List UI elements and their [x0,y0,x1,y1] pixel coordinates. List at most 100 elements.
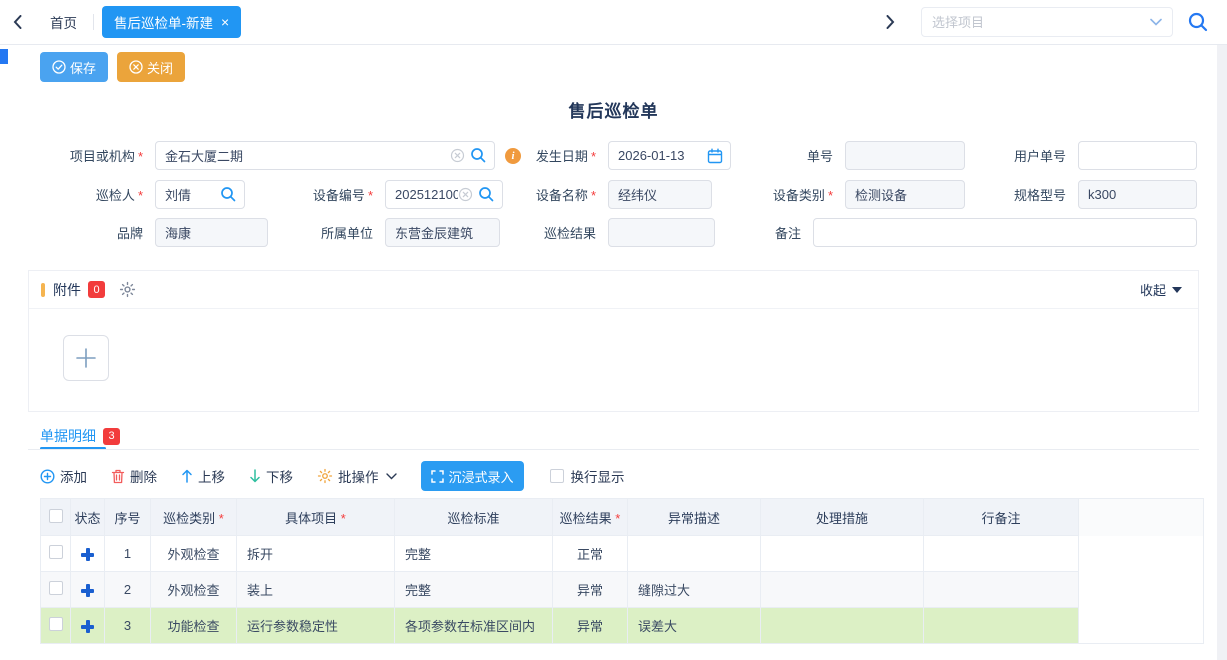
row-status-plus-icon[interactable] [81,584,94,597]
project-select-input[interactable] [932,15,1150,30]
row-checkbox[interactable] [49,581,63,595]
date-input[interactable] [618,148,702,163]
cell-standard[interactable]: 完整 [395,572,553,608]
user-order-no-field[interactable] [1078,141,1197,170]
cell-abnormal[interactable]: 缝隙过大 [628,572,761,608]
plus-circle-icon [40,469,55,484]
date-field[interactable] [608,141,731,170]
global-search-icon[interactable] [1187,11,1209,33]
cell-item[interactable]: 运行参数稳定性 [237,608,395,644]
cell-abnormal[interactable]: 误差大 [628,608,761,644]
row-status-plus-icon[interactable] [81,620,94,633]
order-no-field [845,141,965,170]
cell-measure[interactable] [761,608,924,644]
add-row-button[interactable]: 添加 [40,466,87,486]
inspector-input[interactable] [165,187,218,202]
row-checkbox[interactable] [49,617,63,631]
collapse-toggle[interactable]: 收起 [1140,280,1182,299]
cell-standard[interactable]: 完整 [395,536,553,572]
cell-item[interactable]: 拆开 [237,536,395,572]
plus-icon [75,347,97,369]
cell-note[interactable] [924,536,1079,572]
collapse-label: 收起 [1140,280,1166,299]
upload-attachment-button[interactable] [63,335,109,381]
remark-field[interactable] [813,218,1197,247]
tab-inspection-form-new[interactable]: 售后巡检单-新建 × [102,6,241,38]
project-input[interactable] [165,148,442,163]
tabs-forward-icon[interactable] [873,15,907,29]
inspector-field[interactable] [155,180,245,209]
move-up-button[interactable]: 上移 [181,466,225,486]
detail-toolbar: 添加 删除 上移 下移 批操作 [40,461,625,491]
cell-measure[interactable] [761,536,924,572]
device-name-field [608,180,712,209]
cell-category[interactable]: 外观检查 [151,572,237,608]
gear-icon [317,468,333,484]
clear-icon[interactable] [458,187,473,202]
active-tab-label: 售后巡检单-新建 [114,12,213,32]
search-icon[interactable] [470,147,487,164]
cell-filler [1079,608,1204,644]
clear-icon[interactable] [450,148,465,163]
chevron-down-icon[interactable] [1150,18,1162,26]
trash-icon [111,469,125,484]
immersive-entry-label: 沉浸式录入 [449,467,514,486]
spec-model-field [1078,180,1197,209]
col-result: 巡检结果 [553,499,628,536]
cell-abnormal[interactable] [628,536,761,572]
move-down-button[interactable]: 下移 [249,466,293,486]
device-no-input[interactable] [395,187,458,202]
cell-result[interactable]: 异常 [553,572,628,608]
cell-category[interactable]: 外观检查 [151,536,237,572]
col-seq: 序号 [105,499,151,536]
triangle-down-icon [1172,287,1182,293]
remark-input[interactable] [823,225,1187,240]
device-no-field[interactable] [385,180,503,209]
row-status-plus-icon[interactable] [81,548,94,561]
vertical-scrollbar[interactable] [1217,45,1227,660]
tabs-back-icon[interactable] [0,15,34,29]
save-button-label: 保存 [70,58,96,77]
cell-result[interactable]: 异常 [553,608,628,644]
tab-close-icon[interactable]: × [221,15,229,29]
owner-unit-label: 所属单位 [278,223,385,242]
wrap-checkbox[interactable] [550,469,564,483]
cell-note[interactable] [924,572,1079,608]
inspect-result-label: 巡检结果 [495,223,608,242]
cell-standard[interactable]: 各项参数在标准区间内 [395,608,553,644]
detail-tab-label: 单据明细 [40,426,96,446]
col-status: 状态 [71,499,105,536]
batch-actions-button[interactable]: 批操作 [317,466,397,486]
order-no-label: 单号 [738,146,845,165]
search-icon[interactable] [220,186,237,203]
tab-home[interactable]: 首页 [34,12,93,32]
cell-note[interactable] [924,608,1079,644]
after-sales-inspection-page: 首页 售后巡检单-新建 × 保存 [0,0,1227,660]
device-type-input [855,187,955,202]
cell-category[interactable]: 功能检查 [151,608,237,644]
search-icon[interactable] [478,186,495,203]
project-select[interactable] [921,7,1173,37]
calendar-icon[interactable] [707,148,723,164]
close-button[interactable]: 关闭 [117,52,185,82]
inspect-result-input [618,225,705,240]
tab-detail-lines[interactable]: 单据明细 3 [40,426,120,446]
delete-row-button[interactable]: 删除 [111,466,157,486]
cell-measure[interactable] [761,572,924,608]
cell-result[interactable]: 正常 [553,536,628,572]
col-category: 巡检类别 [151,499,237,536]
wrap-display-toggle[interactable]: 换行显示 [550,466,625,486]
save-button[interactable]: 保存 [40,52,108,82]
immersive-entry-button[interactable]: 沉浸式录入 [421,461,524,491]
move-down-label: 下移 [266,466,293,486]
select-all-checkbox[interactable] [49,509,63,523]
gear-icon[interactable] [119,281,136,298]
tab-divider [93,14,94,30]
row-checkbox[interactable] [49,545,63,559]
project-field[interactable] [155,141,495,170]
device-type-field [845,180,965,209]
user-order-no-input[interactable] [1088,148,1187,163]
inspector-label: 巡检人 [20,185,155,204]
section-marker [41,283,45,297]
cell-item[interactable]: 装上 [237,572,395,608]
